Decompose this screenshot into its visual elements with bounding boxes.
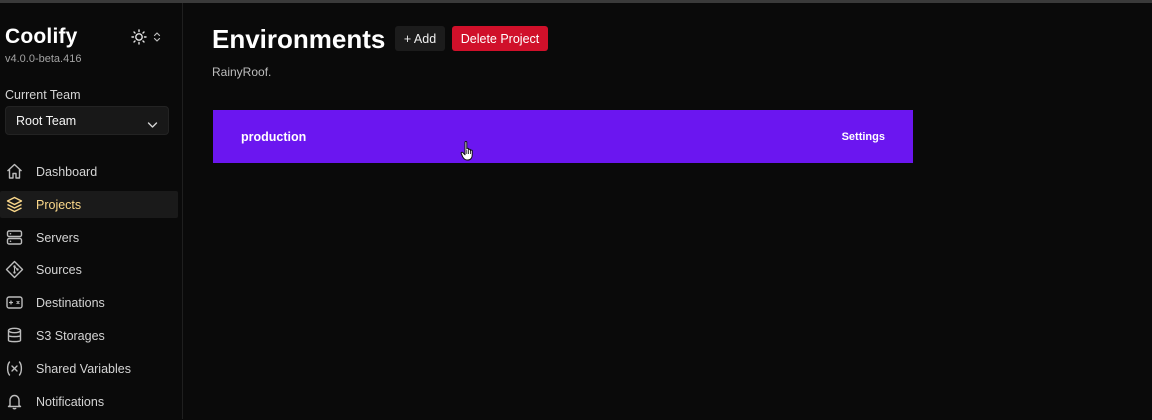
- main-content: Environments + Add Delete Project RainyR…: [184, 3, 1152, 419]
- theme-toggle[interactable]: [131, 27, 167, 47]
- sidebar-item-label: Sources: [36, 263, 82, 278]
- database-icon: [5, 326, 24, 345]
- sidebar-item-label: Projects: [36, 197, 82, 212]
- sidebar-item-dashboard[interactable]: Dashboard: [0, 158, 178, 185]
- sidebar-nav: Dashboard Projects Servers Sources Desti…: [0, 158, 178, 420]
- team-select-value: Root Team: [16, 114, 77, 128]
- bell-icon: [5, 392, 24, 411]
- sidebar-item-label: Destinations: [36, 296, 105, 311]
- sidebar-item-s3-storages[interactable]: S3 Storages: [0, 322, 178, 349]
- sidebar-item-label: Dashboard: [36, 165, 98, 179]
- sidebar-item-destinations[interactable]: Destinations: [0, 289, 178, 316]
- team-select[interactable]: Root Team: [5, 106, 169, 135]
- variable-icon: [5, 359, 24, 378]
- app-logo-text[interactable]: Coolify: [5, 25, 78, 49]
- environment-card-production[interactable]: production Settings: [213, 110, 913, 163]
- add-environment-button[interactable]: + Add: [395, 26, 445, 51]
- layers-icon: [5, 195, 24, 214]
- chevron-updown-icon: [153, 31, 161, 43]
- sidebar-item-sources[interactable]: Sources: [0, 256, 178, 283]
- app-version: v4.0.0-beta.416: [5, 53, 82, 65]
- environment-name: production: [241, 130, 307, 144]
- page-title: Environments: [212, 24, 386, 54]
- sun-icon: [131, 29, 147, 45]
- sidebar: Coolify v4.0.0-beta.416 Current Team Roo…: [0, 3, 183, 419]
- home-icon: [5, 162, 24, 181]
- environment-settings-link[interactable]: Settings: [842, 131, 885, 143]
- git-icon: [5, 260, 24, 279]
- sidebar-item-shared-variables[interactable]: Shared Variables: [0, 355, 178, 382]
- destination-icon: [5, 293, 24, 312]
- sidebar-item-label: Shared Variables: [36, 361, 131, 376]
- current-team-label: Current Team: [5, 88, 81, 102]
- delete-project-button[interactable]: Delete Project: [452, 26, 548, 51]
- sidebar-item-label: S3 Storages: [36, 328, 105, 343]
- sidebar-item-label: Servers: [36, 230, 80, 245]
- server-icon: [5, 228, 24, 247]
- chevron-down-icon: [147, 116, 158, 134]
- sidebar-item-label: Notifications: [36, 394, 105, 409]
- sidebar-item-servers[interactable]: Servers: [0, 224, 178, 251]
- hand-cursor-icon: [460, 140, 476, 162]
- sidebar-item-notifications[interactable]: Notifications: [0, 388, 178, 415]
- sidebar-item-projects[interactable]: Projects: [0, 190, 178, 218]
- project-name: RainyRoof.: [212, 65, 272, 79]
